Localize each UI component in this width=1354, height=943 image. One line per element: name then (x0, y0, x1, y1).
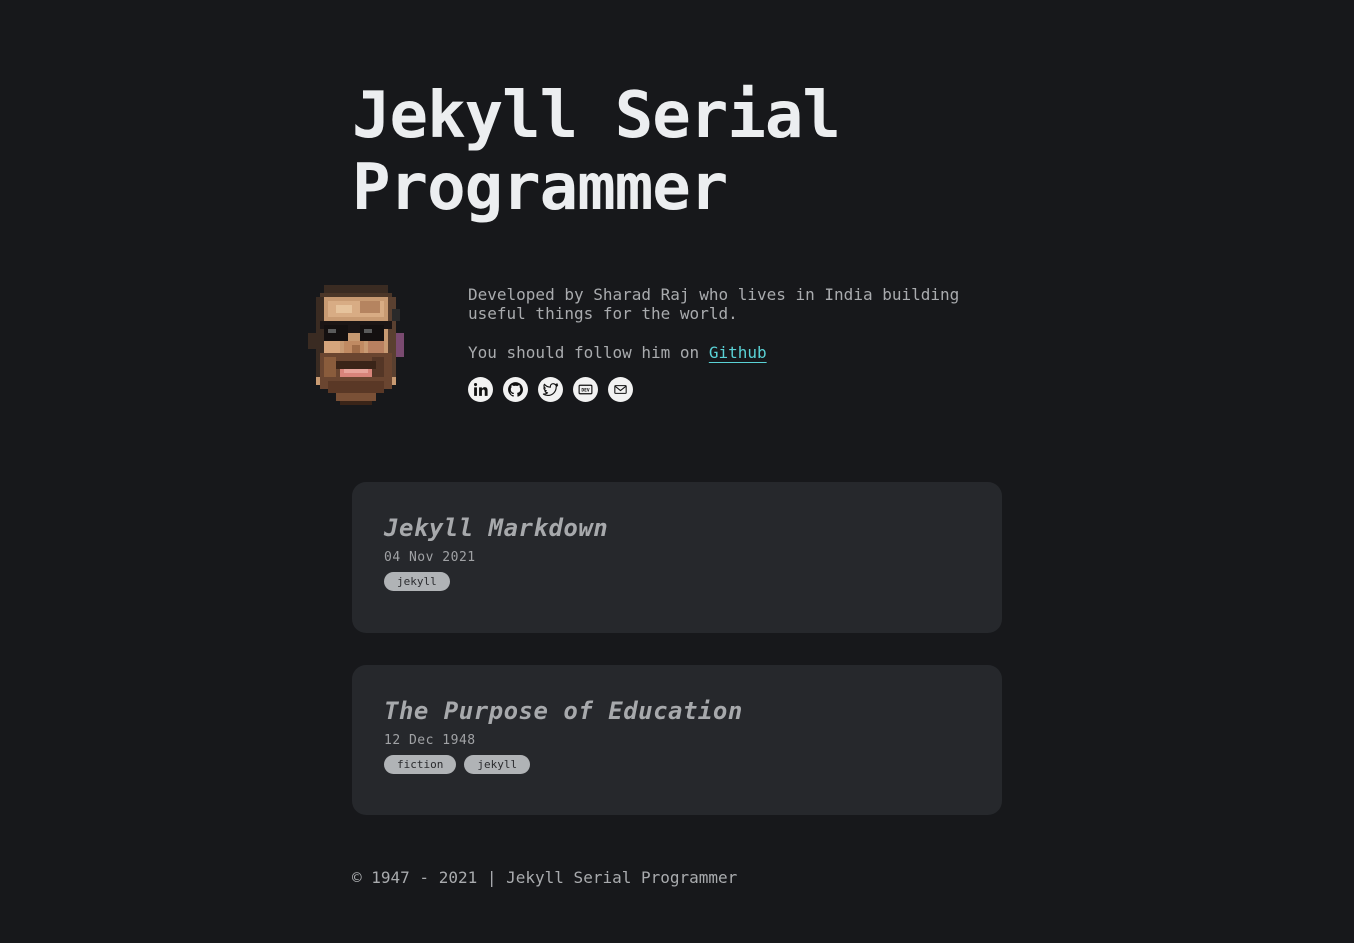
avatar (304, 284, 408, 406)
post-tags: jekyll (384, 572, 970, 591)
github-icon (508, 382, 524, 397)
github-link[interactable]: Github (709, 343, 767, 362)
post-card[interactable]: Jekyll Markdown 04 Nov 2021 jekyll (352, 482, 1002, 633)
post-title[interactable]: Jekyll Markdown (384, 512, 970, 544)
tag-badge[interactable]: jekyll (464, 755, 531, 774)
twitter-icon (542, 383, 559, 396)
site-title[interactable]: Jekyll Serial Programmer (352, 80, 972, 224)
tag-badge[interactable]: jekyll (384, 572, 450, 591)
post-date: 12 Dec 1948 (384, 733, 476, 748)
post-date: 04 Nov 2021 (384, 550, 476, 565)
page: Jekyll Serial Programmer Developed by Sh… (0, 0, 1354, 943)
dev-link[interactable]: DEV (573, 377, 598, 402)
post-title[interactable]: The Purpose of Education (384, 695, 970, 727)
social-links: DEV (468, 377, 633, 402)
svg-text:DEV: DEV (581, 387, 590, 393)
pixel-portrait-image (308, 285, 404, 405)
author-bio: Developed by Sharad Raj who lives in Ind… (468, 285, 960, 323)
linkedin-link[interactable] (468, 377, 493, 402)
follow-line: You should follow him on Github (468, 343, 767, 362)
dev-icon: DEV (578, 384, 593, 395)
post-tags: fiction jekyll (384, 755, 970, 774)
footer-copyright: © 1947 - 2021 | Jekyll Serial Programmer (352, 868, 738, 887)
follow-text: You should follow him on (468, 343, 709, 362)
github-social-link[interactable] (503, 377, 528, 402)
post-card[interactable]: The Purpose of Education 12 Dec 1948 fic… (352, 665, 1002, 815)
mail-icon (614, 385, 627, 394)
tag-badge[interactable]: fiction (384, 755, 457, 774)
twitter-link[interactable] (538, 377, 563, 402)
email-link[interactable] (608, 377, 633, 402)
linkedin-icon (473, 382, 488, 396)
